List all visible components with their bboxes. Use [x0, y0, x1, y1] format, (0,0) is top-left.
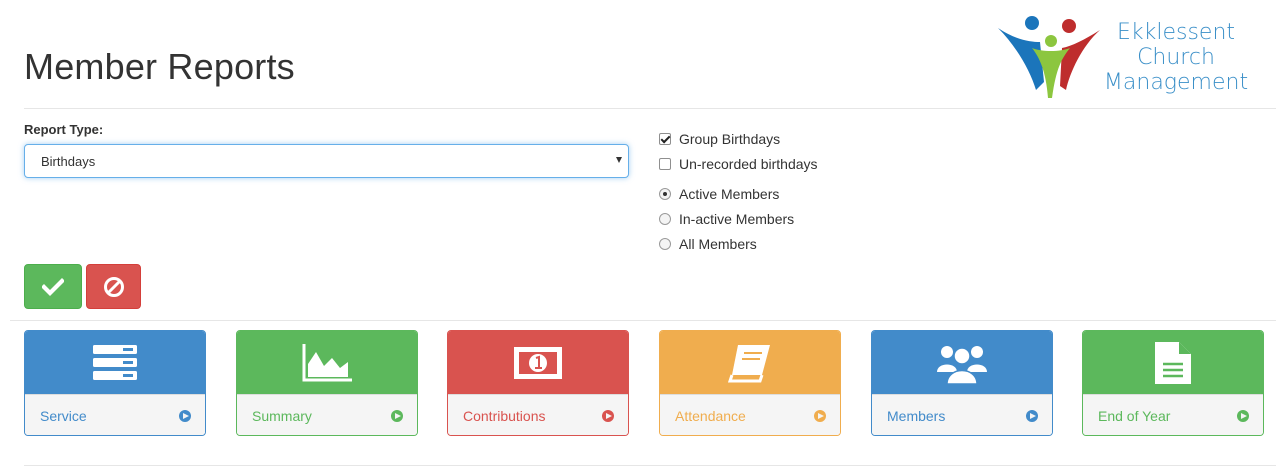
- area-chart-icon: [302, 343, 352, 381]
- tile-contributions-header: [448, 331, 628, 394]
- tile-summary-footer: Summary: [237, 394, 417, 435]
- active-members-radio[interactable]: [659, 188, 671, 200]
- logo-line-3: Management: [1103, 70, 1249, 95]
- ban-icon: [103, 276, 124, 297]
- report-type-select[interactable]: Birthdays: [24, 144, 629, 178]
- book-icon: [728, 344, 770, 382]
- tile-attendance-label: Attendance: [675, 408, 746, 424]
- tile-contributions-footer: Contributions: [448, 394, 628, 435]
- tile-members[interactable]: Members: [871, 330, 1053, 436]
- page-title: Member Reports: [24, 46, 295, 87]
- tile-summary[interactable]: Summary: [236, 330, 418, 436]
- inactive-members-label: In-active Members: [679, 211, 795, 227]
- report-type-value: Birthdays: [41, 154, 96, 169]
- caret-down-icon: [616, 157, 622, 163]
- submit-button[interactable]: [24, 264, 82, 309]
- cancel-button[interactable]: [86, 264, 141, 309]
- money-icon: [514, 346, 562, 379]
- arrow-circle-right-icon: [1026, 410, 1038, 422]
- report-type-label: Report Type:: [24, 122, 104, 137]
- tile-attendance-footer: Attendance: [660, 394, 840, 435]
- all-members-radio[interactable]: [659, 238, 671, 250]
- people-logo-icon: [998, 16, 1100, 98]
- tile-members-footer: Members: [872, 394, 1052, 435]
- unrecorded-birthdays-label: Un-recorded birthdays: [679, 156, 818, 172]
- check-icon: [42, 277, 64, 296]
- group-birthdays-label: Group Birthdays: [679, 131, 781, 147]
- header-divider: [24, 108, 1276, 109]
- section-divider: [10, 320, 1276, 321]
- tile-attendance-header: [660, 331, 840, 394]
- tile-service-label: Service: [40, 408, 87, 424]
- arrow-circle-right-icon: [1237, 410, 1249, 422]
- tile-members-label: Members: [887, 408, 946, 424]
- arrow-circle-right-icon: [602, 410, 614, 422]
- all-members-label: All Members: [679, 236, 757, 252]
- inactive-members-radio[interactable]: [659, 213, 671, 225]
- tile-end-of-year[interactable]: End of Year: [1082, 330, 1264, 436]
- tile-contributions[interactable]: Contributions: [447, 330, 629, 436]
- tile-end-of-year-header: [1083, 331, 1263, 394]
- tile-contributions-label: Contributions: [463, 408, 546, 424]
- users-icon: [937, 345, 987, 384]
- group-birthdays-checkbox[interactable]: [659, 133, 671, 145]
- tile-service-footer: Service: [25, 394, 205, 435]
- tile-service-header: [25, 331, 205, 394]
- tile-summary-header: [237, 331, 417, 394]
- arrow-circle-right-icon: [391, 410, 403, 422]
- arrow-circle-right-icon: [179, 410, 191, 422]
- tile-end-of-year-footer: End of Year: [1083, 394, 1263, 435]
- tile-members-header: [872, 331, 1052, 394]
- bottom-divider: [24, 465, 1276, 466]
- tile-summary-label: Summary: [252, 408, 312, 424]
- server-icon: [93, 344, 137, 380]
- tile-service[interactable]: Service: [24, 330, 206, 436]
- tile-attendance[interactable]: Attendance: [659, 330, 841, 436]
- file-text-icon: [1155, 341, 1191, 384]
- tile-end-of-year-label: End of Year: [1098, 408, 1171, 424]
- unrecorded-birthdays-checkbox[interactable]: [659, 158, 671, 170]
- logo-text: Ekklessent Church Management: [1096, 20, 1256, 95]
- logo-line-2: Church: [1137, 45, 1215, 70]
- active-members-label: Active Members: [679, 186, 780, 202]
- arrow-circle-right-icon: [814, 410, 826, 422]
- logo-line-1: Ekklessent: [1116, 20, 1236, 45]
- logo: Ekklessent Church Management: [996, 12, 1258, 102]
